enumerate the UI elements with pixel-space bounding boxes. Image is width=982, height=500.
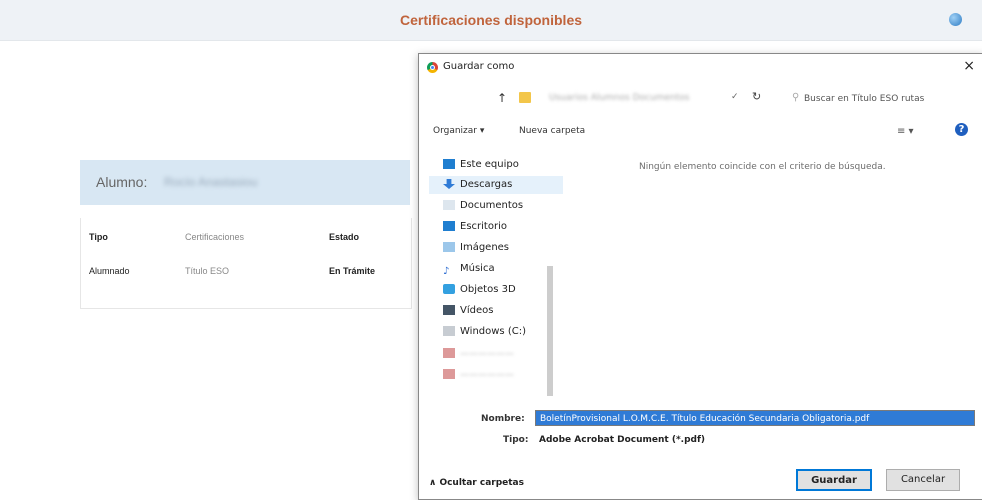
search-input[interactable]: Buscar en Título ESO rutas [804, 94, 924, 104]
view-options-icon[interactable]: ≡ ▾ [897, 126, 914, 137]
address-path[interactable]: Usuarios Alumnos Documentos [549, 93, 689, 103]
nav-item-videos[interactable]: Vídeos [443, 302, 493, 320]
search-icon: ⚲ [792, 92, 800, 103]
save-as-dialog: Guardar como × ↑ Usuarios Alumnos Docume… [418, 53, 982, 500]
save-button[interactable]: Guardar [796, 469, 872, 491]
documents-icon [443, 200, 455, 210]
table-cell-estado: En Trámite [329, 266, 376, 276]
videos-icon [443, 305, 455, 315]
nav-pane: Este equipo Descargas Documentos Escrito… [429, 154, 563, 406]
page-header: Certificaciones disponibles [0, 0, 982, 41]
nav-scrollbar[interactable] [547, 266, 553, 396]
nav-item-musica[interactable]: ♪ Música [443, 260, 495, 278]
globe-icon[interactable] [949, 13, 962, 26]
folder-icon [519, 92, 531, 103]
user-icon [443, 348, 455, 358]
download-icon [443, 179, 455, 189]
student-name-obscured: Rocío Anastasiou [164, 175, 258, 189]
cancel-button[interactable]: Cancelar [886, 469, 960, 491]
nav-item-descargas[interactable]: Descargas [429, 176, 563, 194]
nav-item-este-equipo[interactable]: Este equipo [443, 156, 519, 174]
music-icon: ♪ [443, 266, 450, 277]
nav-item-blurred-1[interactable]: —————— [443, 345, 514, 363]
3d-objects-icon [443, 284, 455, 294]
nav-item-imagenes[interactable]: Imágenes [443, 239, 509, 257]
table-header-certificaciones: Certificaciones [185, 232, 245, 242]
student-bar: Alumno: Rocío Anastasiou [80, 160, 410, 205]
student-label: Alumno: [96, 174, 148, 190]
nav-item-documentos[interactable]: Documentos [443, 197, 523, 215]
page-title: Certificaciones disponibles [399, 12, 583, 28]
table-header-estado: Estado [329, 232, 360, 242]
chevron-down-icon[interactable]: ✓ [731, 92, 739, 102]
images-icon [443, 242, 455, 252]
organize-menu[interactable]: Organizar ▾ [433, 126, 484, 136]
nav-item-windows-c[interactable]: Windows (C:) [443, 323, 526, 341]
new-folder-button[interactable]: Nueva carpeta [519, 126, 585, 136]
table-cell-certificacion: Título ESO [185, 266, 230, 276]
table-header-tipo: Tipo [89, 232, 108, 242]
chrome-icon [427, 62, 438, 73]
close-button[interactable]: × [963, 58, 975, 74]
help-icon[interactable]: ? [955, 123, 968, 136]
dialog-title: Guardar como [443, 61, 515, 72]
drive-icon [443, 326, 455, 336]
hide-folders-toggle[interactable]: ∧ Ocultar carpetas [429, 478, 524, 488]
desktop-icon [443, 221, 455, 231]
filename-input[interactable]: BoletínProvisional L.O.M.C.E. Título Edu… [535, 410, 975, 426]
user-icon [443, 369, 455, 379]
certificates-table: Tipo Certificaciones Estado Alumnado Tít… [80, 218, 412, 309]
file-type-label: Tipo: [503, 435, 529, 445]
up-arrow-icon[interactable]: ↑ [497, 91, 507, 105]
nav-item-blurred-2[interactable]: —————— [443, 366, 514, 384]
table-cell-tipo: Alumnado [89, 266, 130, 276]
file-type-select[interactable]: Adobe Acrobat Document (*.pdf) [535, 432, 975, 448]
empty-results-message: Ningún elemento coincide con el criterio… [639, 162, 886, 172]
filename-label: Nombre: [481, 414, 525, 424]
nav-item-objetos-3d[interactable]: Objetos 3D [443, 281, 516, 299]
refresh-icon[interactable]: ↻ [752, 90, 761, 103]
nav-item-escritorio[interactable]: Escritorio [443, 218, 507, 236]
computer-icon [443, 159, 455, 169]
